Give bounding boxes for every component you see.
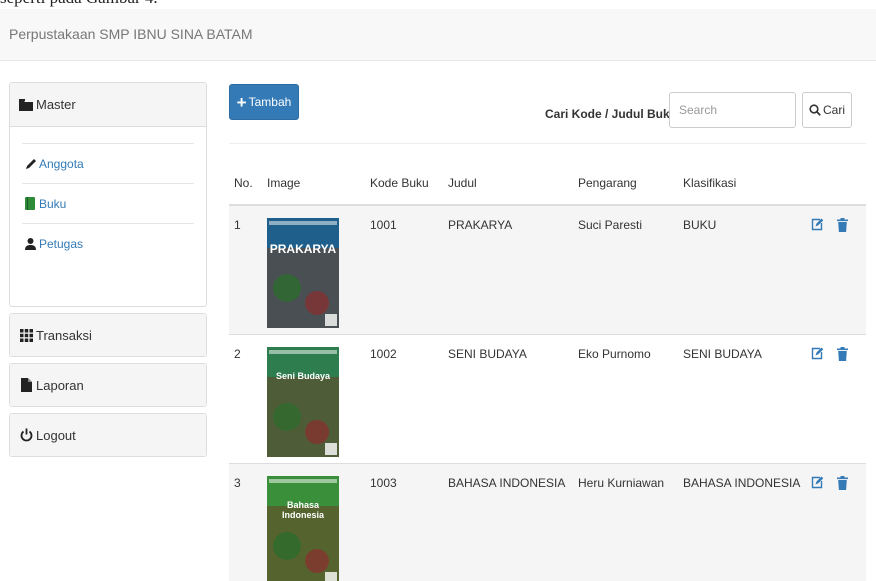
grid-icon (19, 328, 33, 342)
sidebar-item-label: Petugas (39, 236, 84, 251)
book-cover-image[interactable]: Bahasa Indonesia (267, 475, 339, 581)
cell-klasifikasi: SENI BUDAYA (678, 333, 806, 463)
column-header[interactable]: Judul (443, 162, 573, 206)
sidebar-item-label: Buku (39, 196, 67, 211)
cell-no: 2 (229, 333, 262, 463)
cell-image: PRAKARYA (262, 204, 365, 334)
delete-icon[interactable] (837, 346, 849, 361)
cell-actions (806, 204, 866, 334)
cell-klasifikasi: BAHASA INDONESIA (678, 462, 806, 581)
column-header[interactable]: No. (229, 162, 262, 206)
books-table: No. Image Kode Buku Judul Pengarang Klas… (229, 162, 866, 581)
navbar-brand[interactable]: Perpustakaan SMP IBNU SINA BATAM (9, 26, 253, 42)
column-header[interactable]: Pengarang (573, 162, 678, 206)
book-cover-image[interactable]: Seni Budaya (267, 346, 339, 457)
column-header-actions (806, 162, 866, 206)
cell-kode: 1003 (365, 462, 443, 581)
master-menu: Anggota Buku Petugas (10, 127, 206, 306)
sidebar-item-transaksi[interactable]: Transaksi (9, 313, 207, 357)
document-caption: seperti pada Gambar 4. (0, 0, 400, 8)
book-cover-title: PRAKARYA (269, 242, 337, 256)
sidebar-item-label: Anggota (39, 156, 84, 171)
delete-icon[interactable] (837, 218, 849, 232)
column-header[interactable]: Kode Buku (365, 162, 443, 206)
sidebar-item-label: Transaksi (36, 327, 92, 343)
cell-pengarang: Eko Purnomo (573, 333, 678, 463)
main-content: + Tambah Cari Kode / Judul Buku Cari No.… (229, 82, 866, 581)
master-panel: Master Anggota Buku Petugas (9, 82, 207, 307)
book-cover-image[interactable]: PRAKARYA (267, 218, 339, 328)
sidebar-item-label: Logout (36, 427, 76, 443)
plus-icon: + (236, 92, 247, 112)
table-row: 3 Bahasa Indonesia 1003 BAHASA INDONESIA Her… (229, 462, 866, 581)
search-button-label: Cari (822, 103, 845, 117)
table-row: 2 Seni Budaya 1002 SENI BUDAYA Eko Purnomo SE… (229, 333, 866, 463)
power-icon (19, 428, 33, 442)
edit-icon[interactable] (811, 347, 823, 361)
edit-icon[interactable] (811, 218, 823, 232)
sidebar-item-label: Master (36, 97, 76, 112)
navbar: Perpustakaan SMP IBNU SINA BATAM (0, 9, 876, 61)
folder-icon (19, 98, 33, 112)
search-icon (809, 104, 821, 116)
sidebar-item-laporan[interactable]: Laporan (9, 363, 207, 407)
user-icon (24, 237, 37, 250)
book-icon (24, 197, 37, 210)
pencil-icon (24, 157, 37, 170)
cell-pengarang: Suci Paresti (573, 204, 678, 334)
book-cover-title: Bahasa Indonesia (281, 499, 324, 520)
search-label: Cari Kode / Judul Buku (545, 107, 678, 121)
cell-kode: 1002 (365, 333, 443, 463)
sidebar-item-petugas[interactable]: Petugas (22, 223, 194, 263)
cell-actions (806, 462, 866, 581)
sidebar-item-anggota[interactable]: Anggota (22, 143, 194, 183)
cell-judul: BAHASA INDONESIA (443, 462, 573, 581)
delete-icon[interactable] (837, 475, 849, 490)
sidebar-item-logout[interactable]: Logout (9, 413, 207, 457)
search-input[interactable] (669, 92, 796, 128)
column-header[interactable]: Klasifikasi (678, 162, 806, 206)
toolbar: + Tambah Cari Kode / Judul Buku Cari (229, 82, 866, 144)
sidebar-item-buku[interactable]: Buku (22, 183, 194, 223)
cell-kode: 1001 (365, 204, 443, 334)
file-icon (19, 378, 33, 392)
add-button[interactable]: + Tambah (229, 84, 299, 120)
add-button-label: Tambah (248, 95, 292, 109)
search-button[interactable]: Cari (802, 92, 852, 128)
book-cover-title: Seni Budaya (275, 370, 331, 381)
sidebar-item-label: Laporan (36, 377, 84, 393)
cell-pengarang: Heru Kurniawan (573, 462, 678, 581)
cell-image: Seni Budaya (262, 333, 365, 463)
cell-image: Bahasa Indonesia (262, 462, 365, 581)
column-header[interactable]: Image (262, 162, 365, 206)
sidebar: Master Anggota Buku Petugas Transaksi La… (9, 82, 207, 463)
sidebar-item-master[interactable]: Master (10, 83, 206, 127)
cell-klasifikasi: BUKU (678, 204, 806, 334)
cell-judul: SENI BUDAYA (443, 333, 573, 463)
cell-no: 3 (229, 462, 262, 581)
cell-actions (806, 333, 866, 463)
edit-icon[interactable] (811, 476, 823, 490)
table-row: 1 PRAKARYA 1001 PRAKARYA Suci Paresti BUKU (229, 204, 866, 334)
cell-judul: PRAKARYA (443, 204, 573, 334)
table-header-row: No. Image Kode Buku Judul Pengarang Klas… (229, 162, 866, 206)
cell-no: 1 (229, 204, 262, 334)
